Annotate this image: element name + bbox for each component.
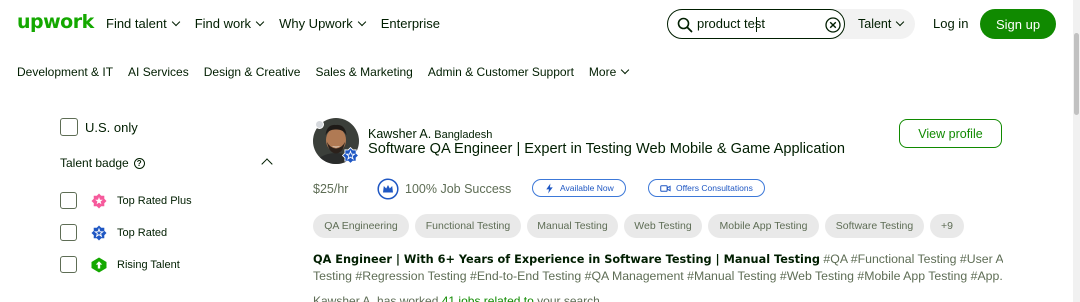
- description-bold: QA Engineer | With 6+ Years of Experienc…: [313, 253, 820, 266]
- nav-find-work[interactable]: Find work: [194, 16, 265, 31]
- top-rated-label: Top Rated: [117, 226, 168, 239]
- top-rated-plus-label: Top Rated Plus: [117, 194, 192, 207]
- work-history-summary: Kawsher A. has worked 41 jobs related to…: [313, 294, 600, 302]
- us-only-checkbox[interactable]: [60, 118, 78, 136]
- category-nav: Development & IT AI Services Design & Cr…: [17, 65, 630, 79]
- nav-find-work-label: Find work: [194, 16, 252, 31]
- rising-talent-checkbox[interactable]: [60, 256, 77, 273]
- search-icon: [677, 17, 693, 33]
- category-more[interactable]: More: [588, 65, 630, 79]
- text-cursor: [756, 17, 757, 32]
- upwork-logo[interactable]: upwork: [17, 11, 94, 33]
- related-jobs-link[interactable]: 41 jobs related to: [442, 294, 534, 302]
- search-input[interactable]: [697, 16, 817, 31]
- available-now-label: Available Now: [560, 183, 614, 193]
- category-sales-marketing[interactable]: Sales & Marketing: [315, 65, 412, 79]
- description-line-2: Testing #Regression Testing #End-to-End …: [313, 269, 1003, 283]
- badge-filter-top-rated-plus[interactable]: Top Rated Plus: [60, 192, 192, 209]
- top-rated-icon: [91, 225, 107, 240]
- skill-tag[interactable]: Web Testing: [624, 214, 702, 238]
- badge-filter-top-rated[interactable]: Top Rated: [60, 224, 167, 241]
- category-admin-support[interactable]: Admin & Customer Support: [428, 65, 574, 79]
- skill-tag[interactable]: Software Testing: [825, 214, 924, 238]
- description-line-1: QA Engineer | With 6+ Years of Experienc…: [313, 251, 1003, 268]
- chevron-down-icon: [171, 17, 180, 26]
- category-more-label: More: [588, 65, 617, 79]
- chevron-down-icon: [357, 17, 366, 26]
- job-success-score: 100% Job Success: [405, 182, 512, 196]
- freelancer-country: Bangladesh: [434, 129, 493, 141]
- freelancer-name-line: Kawsher A. Bangladesh: [368, 127, 492, 141]
- signup-button[interactable]: Sign up: [980, 9, 1056, 39]
- search-scope-label: Talent: [858, 17, 892, 31]
- search-bar: Talent: [667, 9, 915, 39]
- profile-description: QA Engineer | With 6+ Years of Experienc…: [313, 251, 1003, 285]
- us-only-filter[interactable]: U.S. only: [60, 118, 138, 136]
- work-history-suffix: your search: [537, 294, 600, 302]
- chevron-down-icon: [621, 65, 630, 75]
- more-skills-tag[interactable]: +9: [930, 214, 964, 238]
- nav-enterprise[interactable]: Enterprise: [381, 16, 440, 31]
- view-profile-button[interactable]: View profile: [899, 119, 1002, 148]
- skill-tag[interactable]: Mobile App Testing: [708, 214, 819, 238]
- work-history-text: Kawsher A. has worked: [313, 294, 439, 302]
- top-rated-plus-icon: [91, 193, 107, 208]
- offers-consultations-badge: Offers Consultations: [648, 179, 765, 197]
- job-success-crown-icon: [377, 178, 399, 200]
- skill-tag[interactable]: QA Engineering: [313, 214, 409, 238]
- chevron-down-icon: [896, 17, 905, 27]
- freelancer-name[interactable]: Kawsher A.: [368, 127, 431, 141]
- login-link[interactable]: Log in: [933, 16, 968, 31]
- scrollbar-thumb[interactable]: [1074, 33, 1079, 115]
- online-status-indicator: [315, 120, 324, 129]
- clear-search-icon[interactable]: [825, 17, 841, 33]
- category-development-it[interactable]: Development & IT: [17, 65, 113, 79]
- available-now-badge: Available Now: [532, 179, 626, 197]
- badge-filter-rising-talent[interactable]: Rising Talent: [60, 256, 180, 273]
- nav-find-talent[interactable]: Find talent: [106, 16, 180, 31]
- category-ai-services[interactable]: AI Services: [128, 65, 189, 79]
- lightning-icon: [546, 182, 553, 194]
- nav-enterprise-label: Enterprise: [380, 16, 440, 31]
- top-rated-plus-checkbox[interactable]: [60, 192, 77, 209]
- description-tags: #QA #Functional Testing #User Acceptance: [823, 252, 1003, 266]
- search-field-container[interactable]: [667, 9, 845, 39]
- page-scrollbar[interactable]: [1073, 0, 1080, 302]
- top-navigation-bar: upwork Find talent Find work Why Upwork …: [0, 0, 1080, 47]
- hourly-rate: $25/hr: [313, 182, 349, 196]
- category-design-creative[interactable]: Design & Creative: [204, 65, 301, 79]
- talent-badge-title: Talent badge: [60, 156, 129, 170]
- search-scope-dropdown[interactable]: Talent: [858, 17, 905, 31]
- main-nav: Find talent Find work Why Upwork Enterpr…: [106, 16, 440, 31]
- skill-tag[interactable]: Manual Testing: [527, 214, 618, 238]
- top-rated-checkbox[interactable]: [60, 224, 77, 241]
- offers-consultations-label: Offers Consultations: [676, 183, 753, 193]
- video-camera-icon: [660, 184, 671, 192]
- chevron-down-icon: [255, 17, 265, 26]
- freelancer-headline[interactable]: Software QA Engineer | Expert in Testing…: [368, 141, 845, 157]
- us-only-label: U.S. only: [85, 119, 138, 135]
- nav-why-upwork-label: Why Upwork: [279, 16, 353, 31]
- help-icon[interactable]: ?: [133, 157, 145, 169]
- rising-talent-label: Rising Talent: [117, 258, 180, 271]
- talent-badge-header[interactable]: Talent badge ?: [60, 156, 275, 170]
- chevron-up-icon[interactable]: [261, 158, 273, 170]
- skill-tag[interactable]: Functional Testing: [415, 214, 521, 238]
- nav-why-upwork[interactable]: Why Upwork: [279, 16, 366, 31]
- nav-find-talent-label: Find talent: [106, 16, 167, 31]
- verified-badge-icon: [342, 147, 359, 164]
- rising-talent-icon: [91, 257, 107, 272]
